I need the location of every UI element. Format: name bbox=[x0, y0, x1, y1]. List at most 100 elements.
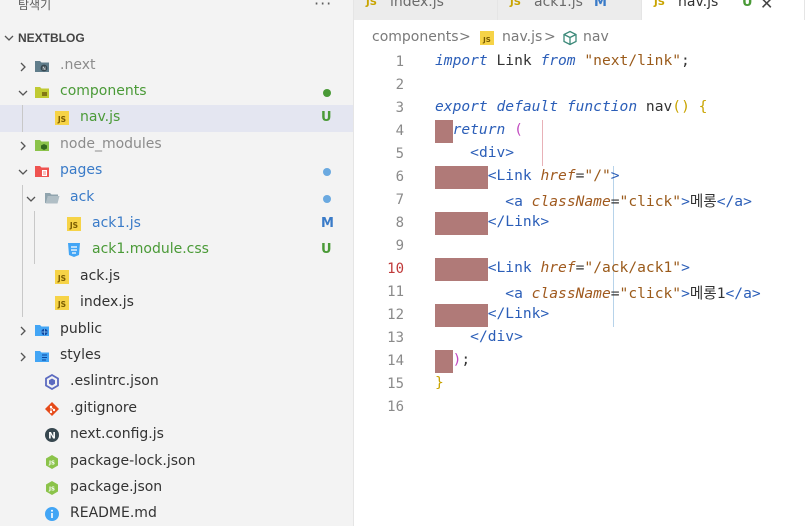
tree-item-label: README.md bbox=[70, 505, 157, 522]
tree-item-label: package.json bbox=[70, 478, 163, 495]
close-tab-icon[interactable]: ✕ bbox=[760, 0, 773, 13]
line-number: 13 bbox=[387, 330, 404, 346]
indent-guide bbox=[34, 210, 35, 264]
tree-item[interactable]: pages bbox=[0, 158, 353, 184]
js-file-icon: JS bbox=[366, 0, 377, 8]
info-file-icon bbox=[44, 506, 60, 522]
line-number: 16 bbox=[387, 399, 404, 415]
breadcrumb-file[interactable]: nav.js bbox=[502, 29, 542, 45]
tree-item[interactable]: JS package-lock.json bbox=[0, 449, 353, 475]
eslint-file-icon bbox=[44, 374, 60, 391]
tree-item[interactable]: JS package.json bbox=[0, 475, 353, 501]
line-number: 4 bbox=[395, 123, 404, 139]
line-number: 2 bbox=[395, 77, 404, 93]
code-line[interactable]: ); bbox=[435, 351, 471, 368]
editor-tab[interactable]: JS nav.js U ✕ bbox=[642, 0, 805, 20]
js-file-icon: JS bbox=[54, 269, 70, 285]
tree-item[interactable]: JS nav.js U bbox=[0, 105, 353, 132]
node-file-icon: JS bbox=[44, 480, 60, 496]
tree-item[interactable]: .eslintrc.json bbox=[0, 369, 353, 395]
folder-open-icon bbox=[44, 190, 60, 206]
chevron-down-icon[interactable] bbox=[16, 85, 30, 99]
breadcrumb-separator: > bbox=[544, 29, 556, 45]
chevron-down-icon[interactable] bbox=[16, 164, 30, 178]
code-line[interactable]: return ( bbox=[435, 121, 523, 138]
svg-text:JS: JS bbox=[48, 460, 55, 466]
tree-item-label: index.js bbox=[80, 294, 134, 311]
tree-item[interactable]: N .next bbox=[0, 53, 353, 79]
tree-item-label: .eslintrc.json bbox=[70, 373, 159, 390]
js-file-icon: JS bbox=[54, 110, 70, 126]
breadcrumb-symbol[interactable]: nav bbox=[583, 29, 609, 45]
styles-folder-icon bbox=[34, 348, 50, 364]
code-line[interactable]: </Link> bbox=[435, 305, 550, 322]
explorer-header: 탐색기 ··· bbox=[0, 0, 353, 20]
code-line[interactable]: <div> bbox=[435, 144, 514, 161]
tree-item[interactable]: JS ack.js bbox=[0, 264, 353, 290]
tree-item[interactable]: public bbox=[0, 317, 353, 343]
tree-item-label: nav.js bbox=[80, 109, 121, 126]
tab-label: nav.js bbox=[678, 0, 719, 10]
breadcrumb-folder[interactable]: components bbox=[372, 29, 459, 45]
tree-item-label: package-lock.json bbox=[70, 452, 196, 469]
js-file-icon: JS bbox=[66, 216, 82, 232]
status-dot bbox=[323, 194, 331, 203]
code-line[interactable]: import Link from "next/link"; bbox=[435, 52, 690, 69]
code-line[interactable]: <Link href="/ack/ack1"> bbox=[435, 259, 690, 276]
next-file-icon: N bbox=[44, 427, 60, 443]
git-status-badge: U bbox=[321, 110, 332, 126]
chevron-right-icon[interactable] bbox=[16, 59, 30, 73]
editor-tab[interactable]: JS ack1.js M bbox=[498, 0, 642, 20]
tree-item[interactable]: README.md bbox=[0, 501, 353, 526]
tree-item[interactable]: components bbox=[0, 79, 353, 105]
line-number: 6 bbox=[395, 169, 404, 185]
js-file-icon: JS bbox=[54, 295, 70, 311]
next-folder-icon: N bbox=[34, 58, 50, 74]
project-section-header[interactable]: NEXTBLOG bbox=[0, 28, 353, 50]
public-folder-icon bbox=[34, 322, 50, 338]
chevron-down-icon[interactable] bbox=[24, 191, 38, 205]
tree-item-label: styles bbox=[60, 346, 101, 363]
tree-item[interactable]: Nnext.config.js bbox=[0, 422, 353, 448]
tree-item-label: .gitignore bbox=[70, 399, 137, 416]
more-actions-icon[interactable]: ··· bbox=[314, 0, 332, 13]
editor-area: JS index.js JS ack1.js M JS nav.js U ✕ component… bbox=[354, 0, 805, 526]
tree-item[interactable]: styles bbox=[0, 343, 353, 369]
js-file-icon: JS bbox=[480, 31, 494, 49]
tree-item[interactable]: JS index.js bbox=[0, 290, 353, 316]
chevron-right-icon[interactable] bbox=[16, 138, 30, 152]
chevron-right-icon[interactable] bbox=[16, 349, 30, 363]
editor-tab[interactable]: JS index.js bbox=[354, 0, 498, 20]
chevron-down-icon bbox=[4, 35, 14, 41]
svg-text:N: N bbox=[42, 66, 45, 72]
tab-label: ack1.js bbox=[534, 0, 583, 10]
tab-status-badge: U bbox=[742, 0, 753, 10]
code-line[interactable]: export default function nav() { bbox=[435, 98, 707, 115]
code-line[interactable]: } bbox=[435, 374, 444, 391]
tree-item[interactable]: ack bbox=[0, 185, 353, 211]
tree-item-label: public bbox=[60, 320, 103, 337]
git-status-badge: U bbox=[321, 242, 332, 258]
tab-status-badge: M bbox=[594, 0, 607, 10]
tree-item[interactable]: JS ack1.js M bbox=[0, 211, 353, 237]
code-line[interactable]: </Link> bbox=[435, 213, 550, 230]
code-line[interactable]: <a className="click">메롱1</a> bbox=[435, 282, 760, 303]
line-number: 7 bbox=[395, 192, 404, 208]
line-number: 11 bbox=[387, 284, 404, 300]
tree-item[interactable]: ack1.module.css U bbox=[0, 237, 353, 263]
svg-text:N: N bbox=[48, 432, 56, 442]
line-number: 1 bbox=[395, 54, 404, 70]
code-line[interactable]: <Link href="/"> bbox=[435, 167, 620, 184]
status-dot bbox=[323, 88, 331, 97]
tree-item[interactable]: node_modules bbox=[0, 132, 353, 158]
code-line[interactable]: </div> bbox=[435, 328, 523, 345]
code-line[interactable]: <a className="click">메롱</a> bbox=[435, 190, 752, 211]
pages-folder-icon bbox=[34, 163, 50, 179]
tab-label: index.js bbox=[390, 0, 444, 10]
svg-text:JS: JS bbox=[57, 115, 66, 124]
components-folder-icon bbox=[34, 84, 50, 100]
project-name: NEXTBLOG bbox=[18, 31, 85, 45]
chevron-right-icon[interactable] bbox=[16, 323, 30, 337]
tree-item[interactable]: .gitignore bbox=[0, 396, 353, 422]
tree-item-label: ack1.js bbox=[92, 214, 141, 231]
